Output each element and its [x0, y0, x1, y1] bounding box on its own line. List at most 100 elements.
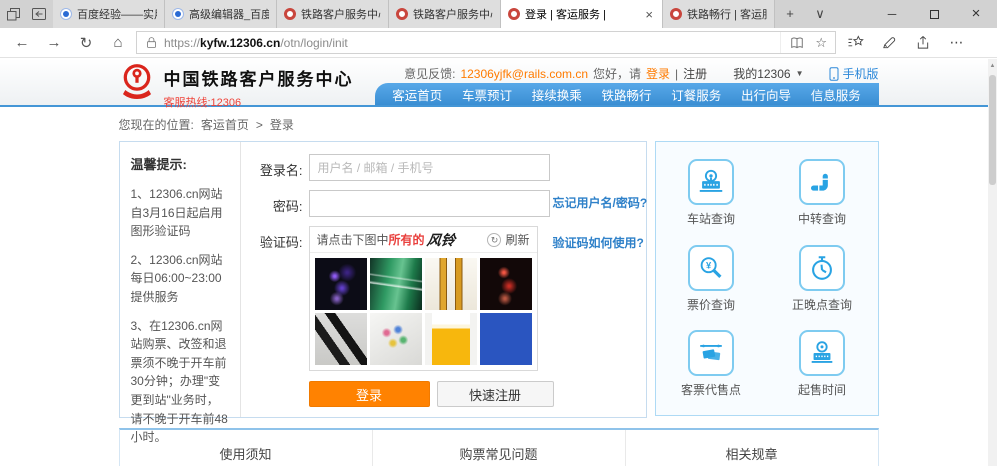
captcha-target-word: 风铃	[425, 231, 456, 248]
refresh-button[interactable]: ↻	[72, 34, 100, 52]
quick-link-transfer-query[interactable]: 中转查询	[798, 159, 846, 227]
pipe-divider: |	[675, 66, 679, 81]
page-scrollbar[interactable]: ▲	[988, 59, 997, 466]
share-icon[interactable]	[908, 35, 938, 50]
tab-baidu-editor[interactable]: 高级编辑器_百度经验	[165, 0, 277, 28]
quick-link-ticket-agency[interactable]: 客票代售点	[681, 329, 741, 398]
tab-list-button[interactable]: ∨	[805, 0, 835, 28]
nav-item-meal[interactable]: 订餐服务	[669, 85, 723, 104]
site-logo[interactable]: 中国铁路客户服务中心 客服热线:12306	[119, 62, 354, 110]
refresh-icon: ↻	[487, 232, 502, 247]
close-window-button[interactable]: ×	[955, 0, 997, 28]
captcha-tile-white-spools[interactable]	[479, 313, 532, 365]
window-controls: ─ ×	[871, 0, 997, 28]
web-note-pen-icon[interactable]	[874, 35, 904, 50]
tab-title: 登录 | 客运服务 |	[525, 9, 606, 21]
svg-text:¥: ¥	[706, 260, 712, 270]
tips-title: 温馨提示:	[130, 157, 187, 172]
tab-railway-service-2[interactable]: 铁路客户服务中心--客	[389, 0, 501, 28]
tip-item-2: 2、12306.cn网站每日06:00~23:00提供服务	[130, 252, 223, 304]
breadcrumb-home-link[interactable]: 客运首页	[201, 116, 249, 133]
footer-tab-usage-notes[interactable]: 使用须知	[120, 430, 372, 466]
forward-button[interactable]: →	[40, 34, 68, 51]
new-tab-button[interactable]: +	[775, 0, 805, 28]
captcha-widget: 请点击下图中 所有的 风铃 ↻ 刷新	[308, 226, 538, 371]
captcha-image-grid	[310, 253, 537, 370]
hub-favorites-icon[interactable]	[840, 35, 870, 50]
footer-tab-regulations[interactable]: 相关规章	[624, 430, 878, 466]
captcha-prompt: 请点击下图中 所有的 风铃 ↻ 刷新	[309, 227, 537, 253]
login-form: 登录名: 密码: 验证码: 请点击下图中所有的风铃 ↻	[241, 142, 648, 417]
url-field[interactable]: https://kyfw.12306.cn/otn/login/init ☆	[136, 31, 836, 54]
minimize-button[interactable]: ─	[871, 0, 913, 28]
captcha-tile-beer-mug[interactable]	[424, 313, 477, 365]
set-tabs-aside-icon[interactable]	[31, 7, 47, 21]
username-input[interactable]	[308, 154, 550, 181]
close-tab-icon[interactable]: ×	[643, 7, 655, 22]
tab-railway-changxing[interactable]: 铁路畅行 | 客运服务 |	[663, 0, 775, 28]
my-12306-menu[interactable]: 我的12306	[733, 65, 790, 82]
china-railway-emblem-icon	[119, 62, 155, 100]
more-options-icon[interactable]: ⋯	[942, 34, 972, 51]
baidu-icon	[60, 8, 72, 20]
nav-item-home[interactable]: 客运首页	[390, 85, 444, 104]
ticket-agency-icon	[700, 344, 722, 360]
quick-link-sale-time[interactable]: 起售时间	[798, 329, 846, 398]
nav-item-changxing[interactable]: 铁路畅行	[599, 85, 653, 104]
favorite-star-icon[interactable]: ☆	[815, 35, 827, 51]
nav-item-booking[interactable]: 车票预订	[460, 85, 514, 104]
feedback-email-link[interactable]: 12306yjfk@rails.com.cn	[460, 67, 588, 81]
captcha-tile-purple-sparks[interactable]	[314, 258, 367, 310]
nav-item-transfer[interactable]: 接续换乘	[530, 85, 584, 104]
quick-link-station-query[interactable]: 车站查询	[687, 159, 735, 227]
scroll-up-icon[interactable]: ▲	[988, 59, 997, 69]
tab-railway-service-1[interactable]: 铁路客户服务中心	[277, 0, 389, 28]
lock-icon	[145, 35, 158, 50]
home-button[interactable]: ⌂	[104, 34, 132, 51]
tab-login-active[interactable]: 登录 | 客运服务 | ×	[501, 0, 663, 28]
maximize-button[interactable]	[913, 0, 955, 28]
captcha-help-link[interactable]: 验证码如何使用?	[553, 234, 644, 251]
breadcrumb-separator: >	[255, 117, 263, 132]
captcha-tile-chime-parts[interactable]	[369, 313, 422, 365]
browser-tab-bar: 百度经验——实用生活 高级编辑器_百度经验 铁路客户服务中心 铁路客户服务中心-…	[0, 0, 997, 28]
captcha-tile-red-sparks[interactable]	[479, 258, 532, 310]
forgot-password-link[interactable]: 忘记用户名/密码?	[553, 194, 648, 211]
quick-register-button[interactable]: 快速注册	[436, 381, 554, 407]
quick-link-fare-query[interactable]: ¥ 票价查询	[687, 244, 735, 313]
tip-item-1: 1、12306.cn网站自3月16日起启用图形验证码	[130, 187, 223, 239]
site-header: 中国铁路客户服务中心 客服热线:12306 意见反馈: 12306yjfk@ra…	[0, 59, 997, 110]
captcha-tile-black-tongs[interactable]	[314, 313, 367, 365]
captcha-refresh-button[interactable]: ↻ 刷新	[487, 231, 530, 248]
header-top-links: 意见反馈: 12306yjfk@rails.com.cn 您好，请 登录 | 注…	[404, 65, 878, 82]
tab-actions	[0, 0, 53, 28]
login-button[interactable]: 登录	[308, 381, 430, 407]
captcha-tile-glass-chimes[interactable]	[369, 258, 422, 310]
footer-tab-faq[interactable]: 购票常见问题	[371, 430, 625, 466]
hotline: 客服热线:12306	[163, 97, 242, 109]
quick-link-punctuality-query[interactable]: 正晚点查询	[792, 244, 852, 313]
register-link[interactable]: 注册	[683, 65, 707, 82]
nav-item-info[interactable]: 信息服务	[809, 85, 863, 104]
login-link[interactable]: 登录	[646, 65, 670, 82]
footer-tabs: 使用须知 购票常见问题 相关规章	[118, 428, 879, 466]
nav-item-guide[interactable]: 出行向导	[739, 85, 793, 104]
breadcrumb-current: 登录	[269, 118, 294, 132]
main-content: 温馨提示: 1、12306.cn网站自3月16日起启用图形验证码 2、12306…	[118, 141, 879, 444]
password-label: 密码:	[272, 199, 303, 214]
tab-preview-icon[interactable]	[6, 7, 21, 22]
mobile-version-link[interactable]: 手机版	[829, 65, 879, 82]
maximize-icon	[929, 10, 939, 20]
tab-baidu-jingyan[interactable]: 百度经验——实用生活	[53, 0, 165, 28]
login-panel: 温馨提示: 1、12306.cn网站自3月16日起启用图形验证码 2、12306…	[118, 141, 648, 444]
transfer-icon	[810, 174, 829, 192]
captcha-prompt-highlight: 所有的	[388, 233, 425, 247]
reading-view-icon[interactable]	[789, 36, 805, 50]
phone-icon	[829, 66, 839, 81]
password-input[interactable]	[308, 190, 550, 217]
back-button[interactable]: ←	[8, 34, 36, 51]
chevron-down-icon[interactable]: ▼	[796, 69, 804, 78]
railway-12306-icon	[508, 8, 520, 20]
scrollbar-thumb[interactable]	[989, 75, 996, 185]
captcha-tile-amber-bottles[interactable]	[424, 258, 477, 310]
